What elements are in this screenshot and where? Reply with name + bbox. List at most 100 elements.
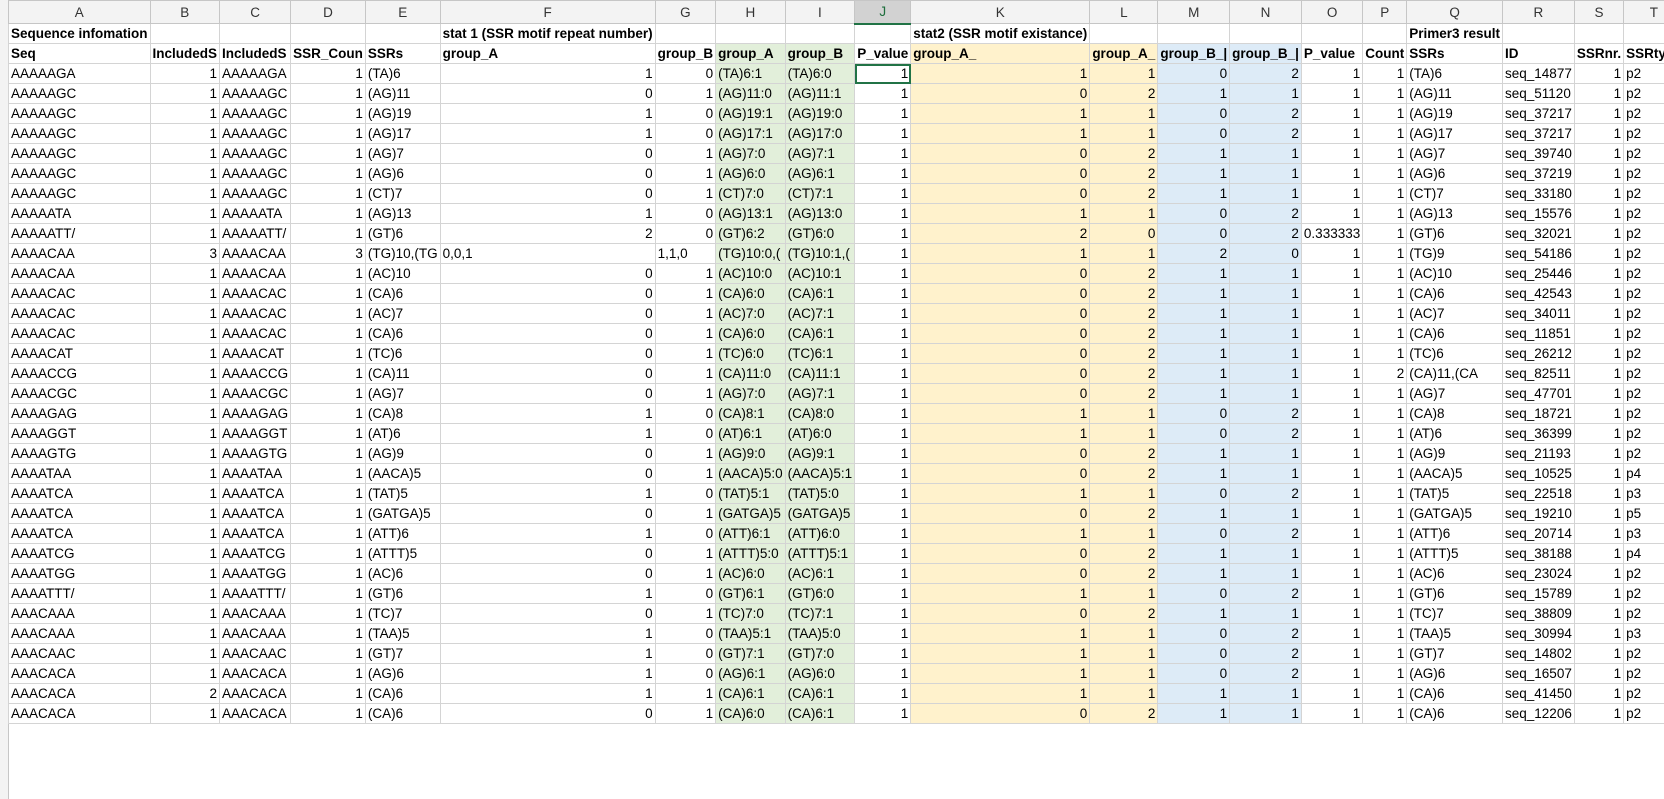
cell[interactable]: 1 xyxy=(1573,183,1625,204)
cell[interactable]: 1 xyxy=(1157,503,1231,524)
cell[interactable]: 2 xyxy=(1229,223,1302,244)
cell[interactable]: 1 xyxy=(290,563,366,584)
cell[interactable]: 1 xyxy=(854,103,912,124)
cell[interactable]: 1 xyxy=(1573,543,1625,564)
cell[interactable]: 1 xyxy=(290,83,366,104)
cell[interactable]: 1 xyxy=(1573,423,1625,444)
cell[interactable]: 1 xyxy=(654,383,717,404)
cell[interactable]: 1 xyxy=(1362,563,1408,584)
cell[interactable]: AAAAAGC xyxy=(219,163,292,184)
cell[interactable]: (GT)7:0 xyxy=(784,643,856,664)
cell[interactable]: 1 xyxy=(1573,663,1625,684)
cell[interactable]: 1 xyxy=(1573,143,1625,164)
cell[interactable]: 1 xyxy=(439,63,656,84)
cell[interactable]: (ATTT)5 xyxy=(1406,543,1504,564)
cell[interactable]: 2 xyxy=(1229,63,1302,84)
cell[interactable]: (TAA)5:0 xyxy=(784,623,856,644)
field-header[interactable]: P_value xyxy=(854,43,912,64)
spreadsheet-grid[interactable]: ABCDEFGHIJKLMNOPQRSTUVWX Sequence infoma… xyxy=(0,0,1664,799)
cell[interactable]: 3 xyxy=(290,243,366,264)
cell[interactable]: AAAAAGC xyxy=(219,123,292,144)
cell[interactable]: seq_22518 xyxy=(1502,483,1575,504)
cell[interactable]: (CA)6:1 xyxy=(784,703,856,724)
cell[interactable]: seq_47701 xyxy=(1502,383,1575,404)
cell[interactable]: (GATGA)5 xyxy=(1406,503,1504,524)
cell[interactable]: 1 xyxy=(1089,623,1159,644)
cell[interactable]: p2 xyxy=(1623,203,1664,224)
cell[interactable]: 1 xyxy=(290,263,366,284)
cell[interactable]: p2 xyxy=(1623,343,1664,364)
cell[interactable]: (AACA)5 xyxy=(364,463,441,484)
cell[interactable]: 0 xyxy=(1157,643,1231,664)
field-header[interactable]: P_value xyxy=(1300,43,1364,64)
cell[interactable]: 1 xyxy=(1300,263,1364,284)
cell[interactable]: AAACACA xyxy=(8,703,151,724)
cell[interactable]: 1 xyxy=(439,683,656,704)
cell[interactable]: 2 xyxy=(1089,703,1159,724)
cell[interactable]: (ATTT)5:1 xyxy=(784,543,856,564)
cell[interactable]: p2 xyxy=(1623,663,1664,684)
cell[interactable]: 1 xyxy=(1573,703,1625,724)
cell[interactable]: 2 xyxy=(1089,183,1159,204)
cell[interactable]: seq_54186 xyxy=(1502,243,1575,264)
cell[interactable]: p5 xyxy=(1623,503,1664,524)
cell[interactable]: (CA)6 xyxy=(1406,323,1504,344)
cell[interactable]: 1 xyxy=(1362,403,1408,424)
cell[interactable]: 1 xyxy=(1300,543,1364,564)
cell[interactable]: seq_82511 xyxy=(1502,363,1575,384)
cell[interactable]: 1 xyxy=(654,543,717,564)
cell[interactable]: AAACACA xyxy=(8,663,151,684)
cell[interactable]: 1 xyxy=(1362,63,1408,84)
cell[interactable]: 1 xyxy=(149,503,221,524)
cell[interactable]: (CA)11:1 xyxy=(784,363,856,384)
cell[interactable]: (TC)6 xyxy=(1406,343,1504,364)
cell[interactable]: 1 xyxy=(1573,563,1625,584)
cell[interactable]: 1 xyxy=(149,63,221,84)
cell[interactable]: 1 xyxy=(854,363,912,384)
cell[interactable]: 0 xyxy=(910,303,1091,324)
cell[interactable] xyxy=(1229,23,1302,44)
cell[interactable]: 1 xyxy=(149,143,221,164)
cell[interactable] xyxy=(784,23,856,44)
cell[interactable]: 1 xyxy=(1362,543,1408,564)
cell[interactable]: 1 xyxy=(290,283,366,304)
cell[interactable]: AAAACCG xyxy=(8,363,151,384)
cell[interactable]: (TC)7:1 xyxy=(784,603,856,624)
cell[interactable]: AAAATCG xyxy=(8,543,151,564)
cell[interactable]: (GT)6:2 xyxy=(715,223,786,244)
cell[interactable]: 1 xyxy=(149,463,221,484)
cell[interactable]: seq_32021 xyxy=(1502,223,1575,244)
cell[interactable]: 0 xyxy=(654,643,717,664)
cell[interactable]: 1 xyxy=(290,483,366,504)
cell[interactable]: (TAT)5:1 xyxy=(715,483,786,504)
cell[interactable]: 1 xyxy=(910,483,1091,504)
cell[interactable]: (GT)6 xyxy=(1406,583,1504,604)
cell[interactable]: 1 xyxy=(1300,443,1364,464)
cell[interactable]: 0 xyxy=(910,563,1091,584)
cell[interactable]: (GT)6 xyxy=(364,223,441,244)
cell[interactable]: (ATT)6:1 xyxy=(715,523,786,544)
cell[interactable]: 1 xyxy=(290,303,366,324)
cell[interactable]: 1 xyxy=(149,403,221,424)
column-header-e[interactable]: E xyxy=(364,0,441,24)
cell[interactable]: seq_33180 xyxy=(1502,183,1575,204)
cell[interactable]: (AC)7 xyxy=(1406,303,1504,324)
cell[interactable]: 1 xyxy=(1300,563,1364,584)
cell[interactable]: 0 xyxy=(910,83,1091,104)
cell[interactable]: p2 xyxy=(1623,363,1664,384)
cell[interactable]: 1 xyxy=(149,423,221,444)
cell[interactable]: 2 xyxy=(1229,643,1302,664)
field-header[interactable]: group_B_| xyxy=(1157,43,1231,64)
cell[interactable] xyxy=(1300,23,1364,44)
cell[interactable]: 1 xyxy=(1229,503,1302,524)
cell[interactable]: seq_37217 xyxy=(1502,123,1575,144)
cell[interactable]: (CA)8 xyxy=(1406,403,1504,424)
cell[interactable]: 1 xyxy=(1362,463,1408,484)
cell[interactable]: (AC)7:1 xyxy=(784,303,856,324)
cell[interactable] xyxy=(1623,23,1664,44)
cell[interactable]: 1 xyxy=(854,583,912,604)
cell[interactable]: 1 xyxy=(1157,603,1231,624)
cell[interactable]: 0 xyxy=(910,283,1091,304)
cell[interactable]: (AC)6:1 xyxy=(784,563,856,584)
field-header[interactable]: group_A xyxy=(439,43,656,64)
